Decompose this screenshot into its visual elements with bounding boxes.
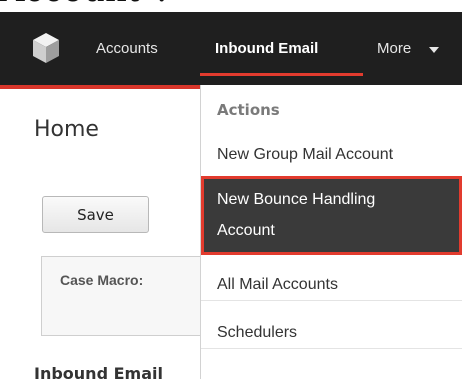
header-accent-line (0, 85, 200, 89)
menu-item-new-bounce-handling-account[interactable]: New Bounce Handling Account (201, 176, 462, 255)
case-macro-label: Case Macro: (60, 272, 144, 288)
cube-logo-icon[interactable] (31, 31, 61, 65)
caption-fragment: Account". (0, 0, 167, 10)
nav-active-indicator (200, 73, 363, 76)
menu-item-all-mail-accounts[interactable]: All Mail Accounts (217, 276, 338, 294)
save-button[interactable]: Save (42, 196, 149, 233)
dropdown-header: Actions (217, 101, 280, 119)
chevron-down-icon (429, 47, 439, 53)
more-dropdown-menu: Actions New Group Mail Account New Bounc… (200, 85, 462, 379)
menu-divider (201, 300, 462, 301)
menu-item-label-line2: Account (217, 222, 275, 239)
nav-more[interactable]: More (377, 12, 439, 85)
page-title: Home (34, 117, 99, 142)
nav-accounts[interactable]: Accounts (96, 12, 158, 85)
menu-item-new-group-mail-account[interactable]: New Group Mail Account (217, 146, 393, 164)
nav-more-label: More (377, 40, 412, 57)
menu-item-label-line1: New Bounce Handling (217, 191, 376, 208)
section-heading: Inbound Email (34, 364, 163, 383)
menu-item-schedulers[interactable]: Schedulers (217, 324, 297, 342)
menu-divider (201, 348, 462, 349)
